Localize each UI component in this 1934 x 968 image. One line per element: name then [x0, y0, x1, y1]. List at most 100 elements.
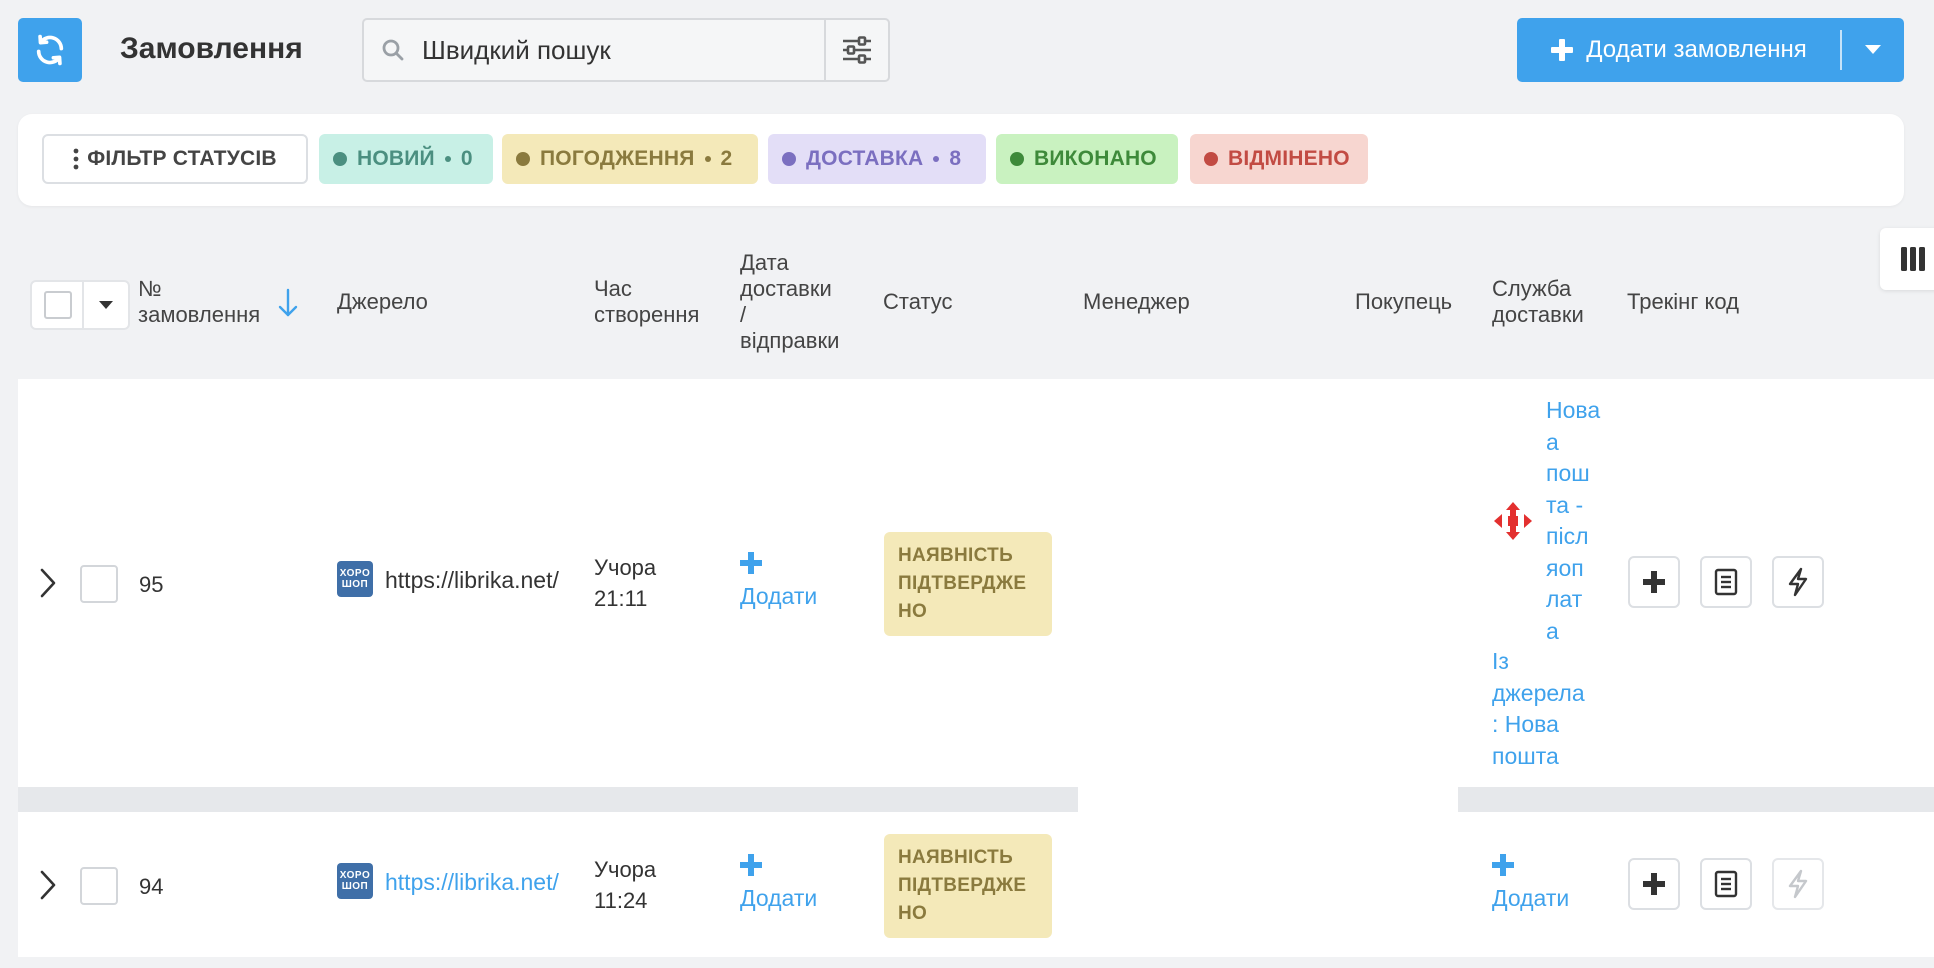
status-chip-approval[interactable]: ПОГОДЖЕННЯ 2 — [502, 134, 758, 184]
shipping-from-source[interactable]: Із джерела : Нова пошта — [1492, 646, 1585, 772]
column-created[interactable]: Час створення — [594, 276, 699, 328]
status-chip-cancelled[interactable]: ВІДМІНЕНО — [1190, 134, 1368, 184]
plus-icon — [1551, 39, 1574, 61]
status-filter-button[interactable]: ФІЛЬТР СТАТУСІВ — [42, 134, 308, 184]
add-shipping-link[interactable]: Додати — [1492, 853, 1569, 913]
refresh-icon — [36, 34, 64, 66]
status-chip-delivery[interactable]: ДОСТАВКА 8 — [768, 134, 986, 184]
search-settings-button[interactable] — [824, 20, 888, 80]
shipping-line: а — [1546, 617, 1559, 644]
expand-row-button[interactable] — [33, 563, 63, 603]
logo-text: ХОРО — [339, 568, 371, 579]
shipping-service-link[interactable]: Нова а пош та - післ яоп лат а — [1546, 395, 1600, 647]
quick-action-button[interactable] — [1772, 556, 1824, 608]
select-all-dropdown[interactable] — [82, 282, 128, 328]
add-delivery-date-link[interactable]: Додати — [740, 853, 817, 913]
sliders-icon — [843, 36, 871, 64]
status-badge[interactable]: НАЯВНІСТЬ ПІДТВЕРДЖЕ НО — [884, 532, 1052, 636]
status-filter-panel: ФІЛЬТР СТАТУСІВ НОВИЙ 0 ПОГОДЖЕННЯ 2 ДОС… — [18, 114, 1904, 206]
row-gap-cell — [1078, 787, 1458, 812]
nova-poshta-logo-icon — [1494, 502, 1532, 540]
shipping-line: та - — [1546, 491, 1584, 518]
add-order-dropdown-button[interactable] — [1842, 18, 1904, 82]
lightning-icon — [1788, 869, 1808, 899]
shipping-line: Нова — [1546, 397, 1601, 423]
add-label: Додати — [740, 885, 818, 911]
column-delivery-date[interactable]: Дата доставки / відправки — [740, 250, 839, 354]
chevron-right-icon — [40, 568, 56, 598]
status-chip-label: ВИКОНАНО — [1034, 147, 1157, 170]
status-dot-icon — [1010, 152, 1024, 166]
status-chip-label: ВІДМІНЕНО — [1228, 147, 1350, 170]
column-label: Час — [594, 276, 632, 301]
search-box — [362, 18, 890, 82]
column-manager[interactable]: Менеджер — [1083, 289, 1190, 315]
document-button[interactable] — [1700, 858, 1752, 910]
kebab-icon — [73, 148, 79, 170]
plus-icon — [740, 854, 762, 876]
status-dot-icon — [782, 152, 796, 166]
shipping-line: а — [1546, 428, 1559, 455]
status-line: НАЯВНІСТЬ — [898, 847, 1014, 868]
status-line: ПІДТВЕРДЖЕ — [898, 875, 1027, 896]
row-gap — [18, 787, 1078, 812]
column-tracking[interactable]: Трекінг код — [1627, 289, 1739, 315]
column-label: відправки — [740, 328, 840, 353]
plus-icon — [1492, 854, 1514, 876]
logo-text: ХОРО — [339, 870, 371, 881]
refresh-button[interactable] — [18, 18, 82, 82]
row-checkbox[interactable] — [80, 565, 118, 603]
column-label: Дата — [740, 250, 789, 275]
source-logo: ХОРО ШОП — [337, 863, 373, 899]
status-chip-label: ПОГОДЖЕННЯ — [540, 147, 695, 170]
document-icon — [1714, 568, 1738, 596]
created-time: Учора 21:11 — [594, 552, 656, 614]
status-chip-count: 0 — [460, 147, 473, 170]
column-label: доставки — [740, 276, 832, 301]
search-input[interactable] — [422, 20, 824, 80]
select-all-control — [30, 280, 130, 330]
status-chip-count: 8 — [949, 147, 962, 170]
status-chip-done[interactable]: ВИКОНАНО — [996, 134, 1178, 184]
shipping-line: післ — [1546, 523, 1589, 549]
created-day: Учора — [594, 555, 657, 580]
column-status[interactable]: Статус — [883, 289, 953, 315]
status-chip-count: 2 — [720, 147, 733, 170]
column-order-number[interactable]: № замовлення — [138, 276, 260, 328]
column-source[interactable]: Джерело — [337, 289, 428, 315]
order-number[interactable]: 95 — [139, 572, 163, 598]
select-all-checkbox[interactable] — [44, 291, 72, 319]
document-button[interactable] — [1700, 556, 1752, 608]
separator-dot-icon — [704, 156, 711, 162]
shipping-source-line: пошта — [1492, 742, 1559, 769]
plus-icon — [740, 552, 762, 574]
status-dot-icon — [516, 152, 530, 166]
source-url: https://librika.net/ — [385, 567, 559, 593]
add-label: Додати — [740, 583, 818, 609]
row-checkbox[interactable] — [80, 867, 118, 905]
columns-settings-button[interactable] — [1880, 228, 1934, 290]
order-number[interactable]: 94 — [139, 874, 163, 900]
source-url-link[interactable]: https://librika.net/ — [385, 869, 559, 896]
created-clock: 11:24 — [594, 888, 648, 913]
separator-dot-icon — [933, 156, 940, 162]
separator-dot-icon — [444, 156, 451, 162]
status-line: НО — [898, 601, 928, 622]
add-delivery-date-link[interactable]: Додати — [740, 551, 817, 611]
add-order-label: Додати замовлення — [1586, 36, 1807, 63]
column-label: замовлення — [138, 302, 261, 327]
add-order-button[interactable]: Додати замовлення — [1517, 18, 1840, 82]
column-shipping[interactable]: Служба доставки — [1492, 276, 1584, 328]
sort-arrow-down-icon[interactable] — [278, 288, 298, 318]
quick-action-button-disabled[interactable] — [1772, 858, 1824, 910]
status-chip-new[interactable]: НОВИЙ 0 — [319, 134, 493, 184]
status-badge[interactable]: НАЯВНІСТЬ ПІДТВЕРДЖЕ НО — [884, 834, 1052, 938]
shipping-source-line: : Нова — [1492, 711, 1559, 737]
logo-text: ШОП — [341, 579, 369, 590]
column-buyer[interactable]: Покупець — [1355, 289, 1452, 315]
status-filter-label: ФІЛЬТР СТАТУСІВ — [87, 147, 277, 170]
add-tracking-button[interactable] — [1628, 556, 1680, 608]
column-label: створення — [594, 302, 700, 327]
expand-row-button[interactable] — [33, 865, 63, 905]
add-tracking-button[interactable] — [1628, 858, 1680, 910]
